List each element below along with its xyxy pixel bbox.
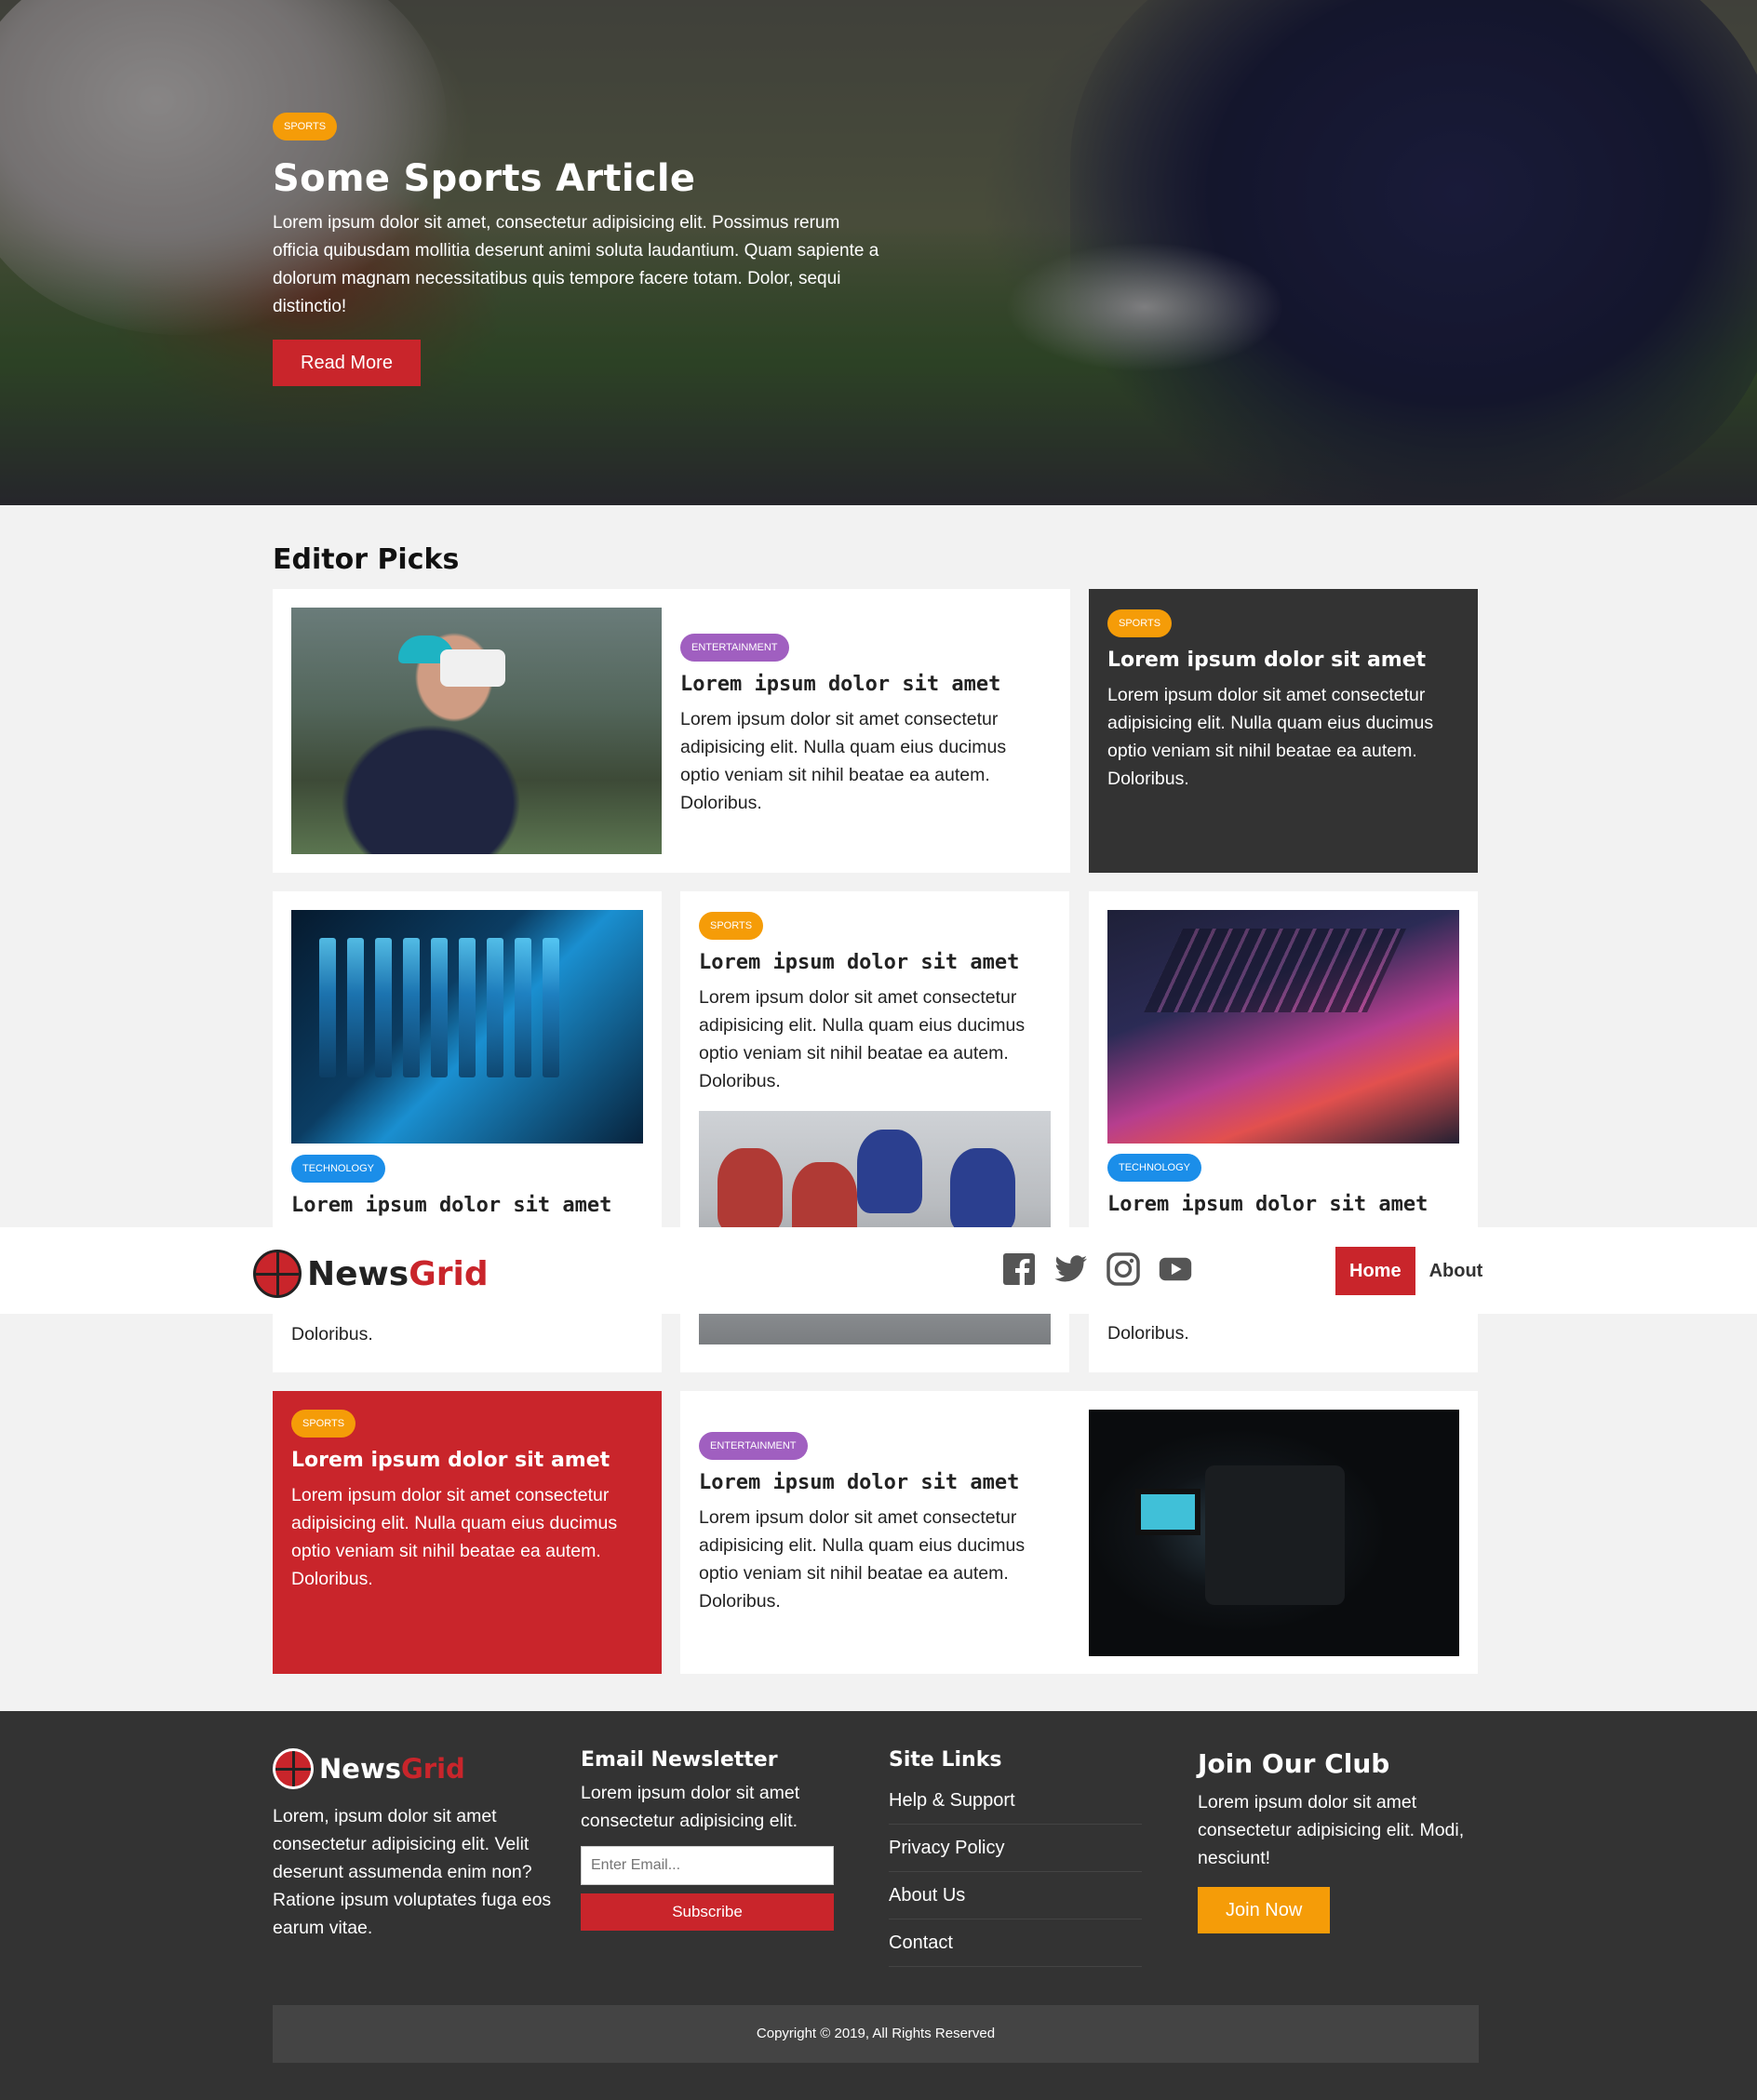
article-excerpt: Lorem ipsum dolor sit amet consectetur a…: [680, 709, 1007, 813]
youtube-icon[interactable]: [1159, 1252, 1192, 1286]
article-card-dark[interactable]: SPORTS Lorem ipsum dolor sit amet Lorem …: [1089, 589, 1478, 873]
globe-icon: [253, 1250, 302, 1298]
instagram-icon[interactable]: [1107, 1252, 1140, 1286]
nav-links: Home About: [1335, 1247, 1496, 1295]
article-title[interactable]: Lorem ipsum dolor sit amet: [291, 1194, 643, 1217]
article-excerpt: Doloribus.: [1107, 1323, 1189, 1344]
footer-logo[interactable]: NewsGrid: [273, 1748, 552, 1789]
facebook-icon[interactable]: [1002, 1252, 1036, 1286]
social-icons: [1002, 1252, 1192, 1286]
navbar-logo[interactable]: NewsGrid: [253, 1250, 489, 1298]
article-excerpt: Lorem ipsum dolor sit amet consectetur a…: [291, 1485, 618, 1589]
footer-link-about[interactable]: About Us: [889, 1872, 1142, 1919]
nav-about-link[interactable]: About: [1415, 1247, 1497, 1295]
subscribe-button[interactable]: Subscribe: [581, 1893, 834, 1931]
nav-home-link[interactable]: Home: [1335, 1247, 1415, 1295]
article-image-laptop: [1107, 910, 1459, 1144]
vr-headset-shape: [440, 649, 505, 687]
club-text: Lorem ipsum dolor sit amet consectetur a…: [1198, 1792, 1465, 1868]
category-badge[interactable]: ENTERTAINMENT: [699, 1432, 808, 1460]
read-more-button[interactable]: Read More: [273, 340, 421, 386]
category-badge[interactable]: ENTERTAINMENT: [680, 634, 789, 662]
footer-link-help[interactable]: Help & Support: [889, 1777, 1142, 1825]
site-links-title: Site Links: [889, 1748, 1002, 1772]
club-title: Join Our Club: [1198, 1748, 1390, 1779]
category-badge[interactable]: TECHNOLOGY: [1107, 1154, 1202, 1182]
hero-category-badge[interactable]: SPORTS: [273, 113, 338, 140]
footer-link-privacy[interactable]: Privacy Policy: [889, 1825, 1142, 1872]
footer-link-contact[interactable]: Contact: [889, 1919, 1142, 1967]
newsletter-text: Lorem ipsum dolor sit amet consectetur a…: [581, 1783, 800, 1831]
article-excerpt: Lorem ipsum dolor sit amet consectetur a…: [699, 987, 1026, 1091]
footer-club: Join Our Club Lorem ipsum dolor sit amet…: [1198, 1748, 1477, 1933]
footer-newsletter: Email Newsletter Lorem ipsum dolor sit a…: [581, 1748, 851, 1931]
newsletter-title: Email Newsletter: [581, 1748, 778, 1772]
category-badge[interactable]: TECHNOLOGY: [291, 1155, 386, 1183]
article-title[interactable]: Lorem ipsum dolor sit amet: [699, 951, 1051, 974]
article-title[interactable]: Lorem ipsum dolor sit amet: [291, 1449, 643, 1472]
footer-logo-text-news: News: [319, 1753, 401, 1785]
twitter-icon[interactable]: [1054, 1252, 1088, 1286]
hero-text: Lorem ipsum dolor sit amet, consectetur …: [273, 213, 879, 316]
site-footer: NewsGrid Lorem, ipsum dolor sit amet con…: [0, 1711, 1757, 2100]
article-image-server: [291, 910, 643, 1144]
article-title[interactable]: Lorem ipsum dolor sit amet: [699, 1471, 1053, 1494]
article-image-camera: [1089, 1410, 1459, 1656]
article-image-vr: [291, 608, 662, 854]
logo-text-news: News: [307, 1254, 409, 1293]
article-excerpt: Lorem ipsum dolor sit amet consectetur a…: [699, 1507, 1026, 1612]
category-badge[interactable]: SPORTS: [1107, 609, 1173, 637]
main-navbar: NewsGrid Home About: [0, 1227, 1757, 1314]
newsletter-email-input[interactable]: [581, 1846, 834, 1885]
article-card-camera[interactable]: ENTERTAINMENT Lorem ipsum dolor sit amet…: [680, 1391, 1478, 1674]
hero-content: SPORTS Some Sports Article Lorem ipsum d…: [273, 113, 887, 386]
article-card-vr[interactable]: ENTERTAINMENT Lorem ipsum dolor sit amet…: [273, 589, 1070, 873]
article-title[interactable]: Lorem ipsum dolor sit amet: [680, 673, 1043, 696]
join-now-button[interactable]: Join Now: [1198, 1887, 1331, 1933]
article-excerpt: Doloribus.: [291, 1324, 373, 1344]
copyright-bar: Copyright © 2019, All Rights Reserved: [273, 2005, 1479, 2063]
article-card-red[interactable]: SPORTS Lorem ipsum dolor sit amet Lorem …: [273, 1391, 662, 1674]
logo-text-grid: Grid: [409, 1254, 489, 1293]
hero-showcase: SPORTS Some Sports Article Lorem ipsum d…: [0, 0, 1757, 505]
section-title: Editor Picks: [273, 543, 460, 576]
hero-title: Some Sports Article: [273, 157, 696, 200]
globe-icon: [273, 1748, 314, 1789]
article-excerpt: Lorem ipsum dolor sit amet consectetur a…: [1107, 685, 1434, 789]
footer-about: NewsGrid Lorem, ipsum dolor sit amet con…: [273, 1748, 552, 1942]
category-badge[interactable]: SPORTS: [699, 912, 764, 940]
article-title[interactable]: Lorem ipsum dolor sit amet: [1107, 1193, 1459, 1216]
footer-site-links: Site Links Help & Support Privacy Policy…: [889, 1748, 1159, 1967]
article-title[interactable]: Lorem ipsum dolor sit amet: [1107, 649, 1459, 672]
category-badge[interactable]: SPORTS: [291, 1410, 356, 1438]
footer-logo-text-grid: Grid: [401, 1753, 465, 1785]
footer-about-text: Lorem, ipsum dolor sit amet consectetur …: [273, 1806, 552, 1938]
